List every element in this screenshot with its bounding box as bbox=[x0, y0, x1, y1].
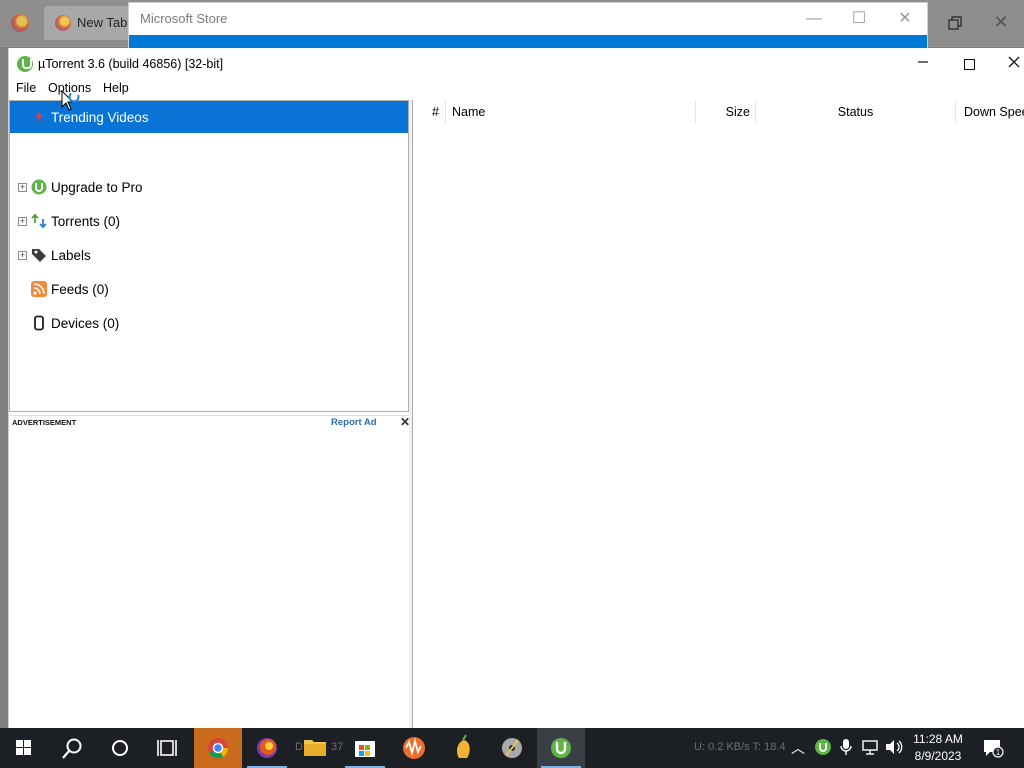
column-header-number[interactable]: # bbox=[413, 100, 446, 124]
minimize-icon bbox=[918, 61, 928, 63]
utorrent-window: µTorrent 3.6 (build 46856) [32-bit] File… bbox=[8, 48, 1024, 768]
window-title: µTorrent 3.6 (build 46856) [32-bit] bbox=[38, 57, 224, 71]
sidebar-item-label: Upgrade to Pro bbox=[51, 180, 143, 195]
store-title: Microsoft Store bbox=[140, 11, 228, 26]
column-header-down-speed[interactable]: Down Speed bbox=[956, 100, 1024, 124]
tray-utorrent-icon[interactable] bbox=[813, 738, 833, 758]
start-button[interactable] bbox=[0, 728, 48, 768]
report-ad-link[interactable]: Report Ad bbox=[331, 417, 377, 428]
taskbar-disc-app[interactable] bbox=[488, 728, 536, 768]
minimize-button[interactable] bbox=[900, 50, 946, 78]
maximize-button[interactable] bbox=[946, 50, 992, 78]
store-icon bbox=[355, 741, 375, 757]
volume-icon[interactable] bbox=[884, 738, 904, 758]
store-minimize-icon[interactable]: — bbox=[799, 7, 829, 31]
expand-icon[interactable]: + bbox=[18, 217, 27, 226]
sidebar-item-label: Feeds (0) bbox=[51, 282, 109, 297]
sidebar-item-upgrade-to-pro[interactable]: + Upgrade to Pro bbox=[10, 171, 408, 203]
svg-text:1: 1 bbox=[996, 748, 1001, 757]
task-view-icon bbox=[157, 740, 177, 756]
disc-icon bbox=[502, 738, 522, 758]
rss-icon bbox=[31, 281, 47, 297]
store-header-band bbox=[129, 35, 927, 49]
utorrent-logo-icon bbox=[551, 738, 571, 758]
taskbar-fl-studio[interactable] bbox=[439, 728, 487, 768]
search-icon bbox=[62, 738, 82, 759]
tray-overflow-chevron-icon[interactable]: ︿ bbox=[788, 738, 808, 758]
network-icon[interactable] bbox=[860, 738, 880, 758]
sidebar-tree: Trending Videos + Upgrade to Pro + Torre… bbox=[9, 100, 409, 412]
firefox-icon bbox=[257, 738, 277, 758]
browser-close-icon[interactable]: ✕ bbox=[991, 12, 1011, 32]
mouse-cursor-icon bbox=[61, 90, 80, 111]
task-view-button[interactable] bbox=[144, 728, 192, 768]
column-header-size[interactable]: Size bbox=[696, 100, 756, 124]
clock-date: 8/9/2023 bbox=[914, 749, 962, 763]
close-button[interactable] bbox=[991, 50, 1024, 78]
close-icon bbox=[1008, 56, 1020, 68]
tab-label: New Tab bbox=[77, 15, 128, 30]
fruit-icon bbox=[456, 734, 470, 758]
torrents-icon bbox=[31, 213, 47, 229]
torrent-list: # Name Size Status Down Speed ◀ bbox=[412, 100, 1024, 768]
maximize-icon bbox=[963, 58, 975, 70]
taskbar-utorrent[interactable] bbox=[537, 728, 585, 768]
search-button[interactable] bbox=[48, 728, 96, 768]
taskbar-firefox[interactable] bbox=[243, 728, 291, 768]
windows-logo-icon bbox=[16, 740, 31, 755]
sidebar-item-feeds[interactable]: Feeds (0) bbox=[10, 273, 408, 305]
column-header-status[interactable]: Status bbox=[756, 100, 956, 124]
taskbar: D 37 U: 0.2 KB/s T: 18.4 ︿ 11:28 AM 8/9/… bbox=[0, 728, 1024, 768]
microphone-icon[interactable] bbox=[836, 738, 856, 758]
sidebar-item-label: Labels bbox=[51, 248, 91, 263]
expand-icon[interactable]: + bbox=[18, 251, 27, 260]
sidebar-item-torrents[interactable]: + Torrents (0) bbox=[10, 205, 408, 237]
ad-label: ADVERTISEMENT bbox=[12, 418, 77, 427]
taskbar-clock[interactable]: 11:28 AM 8/9/2023 bbox=[906, 731, 970, 765]
utorrent-logo-icon bbox=[17, 56, 33, 72]
audio-wave-icon bbox=[403, 737, 425, 759]
clock-time: 11:28 AM bbox=[913, 732, 963, 746]
taskbar-microsoft-store[interactable] bbox=[341, 728, 389, 768]
browser-tab-new-tab[interactable]: New Tab bbox=[44, 6, 140, 40]
restore-icon[interactable] bbox=[946, 14, 964, 32]
trending-icon bbox=[35, 110, 43, 124]
ad-content-area bbox=[9, 430, 411, 728]
taskbar-chrome[interactable] bbox=[194, 728, 242, 768]
sidebar-item-label: Devices (0) bbox=[51, 316, 120, 331]
notification-icon[interactable]: 1 bbox=[982, 738, 1004, 758]
menu-file[interactable]: File bbox=[16, 81, 36, 95]
sidebar-item-label: Torrents (0) bbox=[51, 214, 121, 229]
firefox-icon bbox=[11, 14, 29, 32]
taskbar-file-explorer[interactable]: D 37 bbox=[291, 728, 343, 768]
firefox-tab-icon bbox=[55, 15, 71, 31]
cortana-button[interactable] bbox=[96, 728, 144, 768]
taskbar-audio-app[interactable] bbox=[390, 728, 438, 768]
microsoft-store-window: Microsoft Store — ☐ ✕ bbox=[128, 2, 928, 49]
ad-header: ADVERTISEMENT Report Ad ✕ bbox=[9, 415, 411, 429]
cortana-icon bbox=[112, 740, 128, 756]
title-bar: µTorrent 3.6 (build 46856) [32-bit] bbox=[9, 48, 1024, 78]
sidebar-item-labels[interactable]: + Labels bbox=[10, 239, 408, 271]
column-header-name[interactable]: Name bbox=[446, 100, 696, 124]
taskbar-ghost-text: D bbox=[295, 741, 303, 753]
menu-help[interactable]: Help bbox=[103, 81, 129, 95]
expand-icon[interactable]: + bbox=[18, 183, 27, 192]
utorrent-speed-ghost: U: 0.2 KB/s T: 18.4 bbox=[694, 741, 786, 753]
store-maximize-icon[interactable]: ☐ bbox=[844, 7, 874, 31]
tag-icon bbox=[32, 249, 46, 262]
chrome-icon bbox=[208, 738, 229, 759]
sidebar-item-devices[interactable]: Devices (0) bbox=[10, 307, 408, 339]
device-icon bbox=[34, 315, 44, 331]
menu-bar: File Options Help bbox=[9, 78, 1024, 100]
utorrent-logo-icon bbox=[31, 179, 47, 195]
store-close-icon[interactable]: ✕ bbox=[890, 7, 920, 31]
